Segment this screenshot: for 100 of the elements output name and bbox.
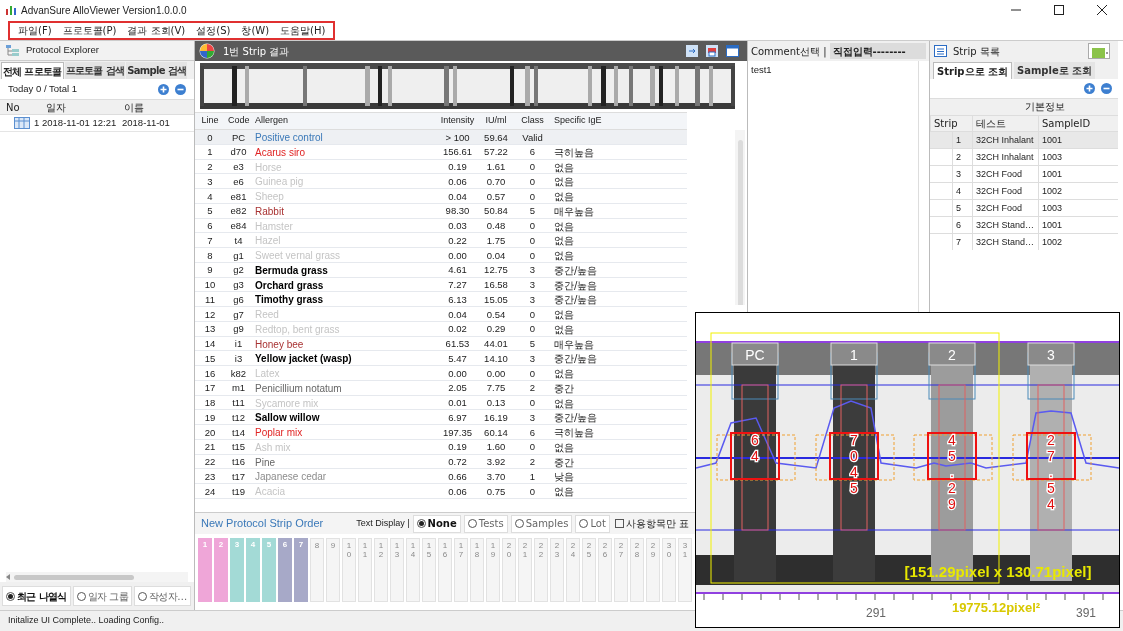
add-icon[interactable] [158, 83, 169, 95]
tab[interactable]: 전체 프로토콜 [1, 62, 64, 79]
table-cell-text: 0.29 [485, 322, 507, 337]
table-cell-text: 0.00 [447, 248, 468, 263]
radio-button[interactable]: 최근 나열식 [2, 586, 71, 606]
table-cell-text: 0 [528, 322, 537, 337]
table-cell-text: 0.02 [447, 322, 468, 337]
table-row[interactable]: 24 t19 Acacia 0.06 0.75 0 없음 [195, 484, 687, 499]
table-cell-text: 중간/높음 [553, 278, 599, 293]
table-cell-text: 없음 [553, 190, 575, 205]
tab[interactable]: Strip으로 조회 [933, 62, 1012, 79]
radio-button[interactable]: Tests [463, 514, 508, 533]
window-icon[interactable] [726, 45, 739, 57]
table-cell-text: t17 [230, 469, 247, 484]
table-cell: 32CH Stand… [972, 233, 1038, 250]
radio-button[interactable]: 일자 그룹 [72, 586, 133, 606]
horizontal-scrollbar[interactable] [6, 572, 188, 582]
table-cell-text: 22 [203, 455, 217, 469]
radio-button[interactable]: 작성자… [134, 586, 191, 606]
table-cell-text: 0.22 [447, 233, 468, 248]
table-row[interactable]: 16 k82 Latex 0.00 0.00 0 없음 [195, 366, 687, 381]
column-header: Class [520, 114, 545, 128]
menu-item[interactable]: 프로토콜(P) [62, 23, 117, 37]
strip-slot[interactable]: 10 [342, 538, 356, 602]
table-cell-text: 6.97 [447, 410, 468, 425]
table-row[interactable]: 8 g1 Sweet vernal grass 0.00 0.04 0 없음 [195, 248, 687, 263]
table-cell-text: 2 [528, 455, 537, 469]
strip-slot[interactable]: 30 [662, 538, 676, 602]
remove-icon[interactable] [1101, 83, 1112, 94]
table-cell-text: 4 [206, 189, 214, 204]
table-cell: 1001 [1038, 165, 1118, 182]
allergen-name: Pine [255, 456, 275, 468]
strip-slot[interactable]: 20 [502, 538, 516, 602]
print-icon[interactable] [706, 45, 718, 57]
menu-item[interactable]: 창(W) [241, 23, 270, 37]
comment-field[interactable]: test1 [748, 61, 918, 306]
lane-label: 3 [1047, 347, 1055, 363]
table-cell-text: 0.06 [447, 174, 468, 189]
comment-dropdown[interactable]: 직접입력-------- [829, 43, 926, 59]
tab[interactable]: Sample 검색 [126, 62, 188, 79]
table-cell-text: 없음 [553, 234, 575, 249]
table-cell-text: g7 [232, 307, 245, 322]
table-row[interactable]: 20 t14 Poplar mix 197.35 60.14 6 극히높음 [195, 425, 687, 440]
table-cell-text: 7 [206, 233, 214, 248]
table-row[interactable]: 4 e81 Sheep 0.04 0.57 0 없음 [195, 189, 687, 204]
table-cell-text: e81 [229, 189, 248, 204]
tab[interactable]: 프로토콜 검색 [64, 62, 126, 79]
add-icon[interactable] [1084, 83, 1095, 94]
allergen-name: Timothy grass [255, 294, 324, 306]
column-group-header: 기본정보 [972, 99, 1118, 115]
maximize-icon[interactable] [1054, 5, 1064, 15]
table-row[interactable]: 7 t4 Hazel 0.22 1.75 0 없음 [195, 233, 687, 248]
remove-icon[interactable] [175, 83, 186, 95]
tab[interactable]: Sample로 조회 [1014, 62, 1096, 79]
scroll-left-icon[interactable] [6, 574, 10, 580]
table-cell-text: 6.13 [447, 292, 468, 307]
allergen-name: Sheep [255, 191, 284, 202]
radio-button[interactable]: Lot [575, 514, 610, 533]
table-cell-text: 2 [528, 381, 537, 396]
export-icon[interactable] [686, 45, 698, 57]
table-cell: 1001 [1038, 131, 1118, 148]
panel-title: Protocol Explorer [26, 43, 99, 58]
table-cell-text: 없음 [553, 485, 575, 500]
table-cell-text: 3 [528, 263, 537, 278]
table-cell-text: 2018-11-01 12:21 [41, 115, 118, 130]
table-cell-text: 0 [528, 233, 537, 248]
table-cell-text: 0.72 [447, 455, 468, 469]
table-row[interactable]: 11 g6 Timothy grass 6.13 15.05 3 중간/높음 [195, 292, 687, 307]
table-row[interactable]: 15 i3 Yellow jacket (wasp) 5.47 14.10 3 중간/높음 [195, 351, 687, 366]
table-cell-text: t4 [233, 233, 244, 248]
menu-item[interactable]: 설정(S) [196, 23, 231, 37]
menu-item[interactable]: 파일(F) [18, 23, 52, 37]
checkbox[interactable]: 사용항목만 표 [614, 516, 689, 531]
column-header: Allergen [254, 114, 290, 128]
vertical-scrollbar[interactable] [735, 130, 745, 305]
allergen-name: Sweet vernal grass [255, 250, 341, 261]
table-cell-text: k82 [229, 366, 248, 381]
table-cell-text: d70 [229, 145, 248, 160]
close-icon[interactable] [1097, 5, 1107, 15]
table-cell-text: t15 [230, 440, 247, 455]
menu-item[interactable]: 결과 조회(V) [127, 23, 186, 37]
layout-icon[interactable] [1088, 43, 1110, 59]
table-cell-text: 1.61 [485, 160, 507, 174]
radio-button[interactable]: Samples [510, 514, 573, 533]
menu-item[interactable]: 도움말(H) [280, 23, 326, 37]
radio-button[interactable]: None [412, 514, 461, 533]
summary-text: Today 0 / Total 1 [8, 81, 78, 96]
table-row[interactable]: 23 t17 Japanese cedar 0.66 3.70 1 낮음 [195, 469, 687, 484]
table-row[interactable]: 12 g7 Reed 0.04 0.54 0 없음 [195, 307, 687, 322]
table-row[interactable]: 19 t12 Sallow willow 6.97 16.19 3 중간/높음 [195, 410, 687, 425]
table-cell-text: 0.00 [485, 366, 507, 381]
table-cell-text: 156.61 [441, 145, 474, 160]
table-cell-text: 매우높음 [553, 337, 595, 352]
allergen-name: Horse [255, 161, 282, 173]
panel-title: 1번 Strip 결과 [223, 44, 291, 59]
table-cell-text: e84 [229, 219, 248, 233]
table-cell-text: g3 [232, 278, 245, 292]
table-cell-text: PC [230, 130, 247, 145]
table-row[interactable]: 0 PC Positive control > 100 59.64 Valid [195, 130, 687, 145]
allergen-name: Rabbit [255, 205, 284, 217]
